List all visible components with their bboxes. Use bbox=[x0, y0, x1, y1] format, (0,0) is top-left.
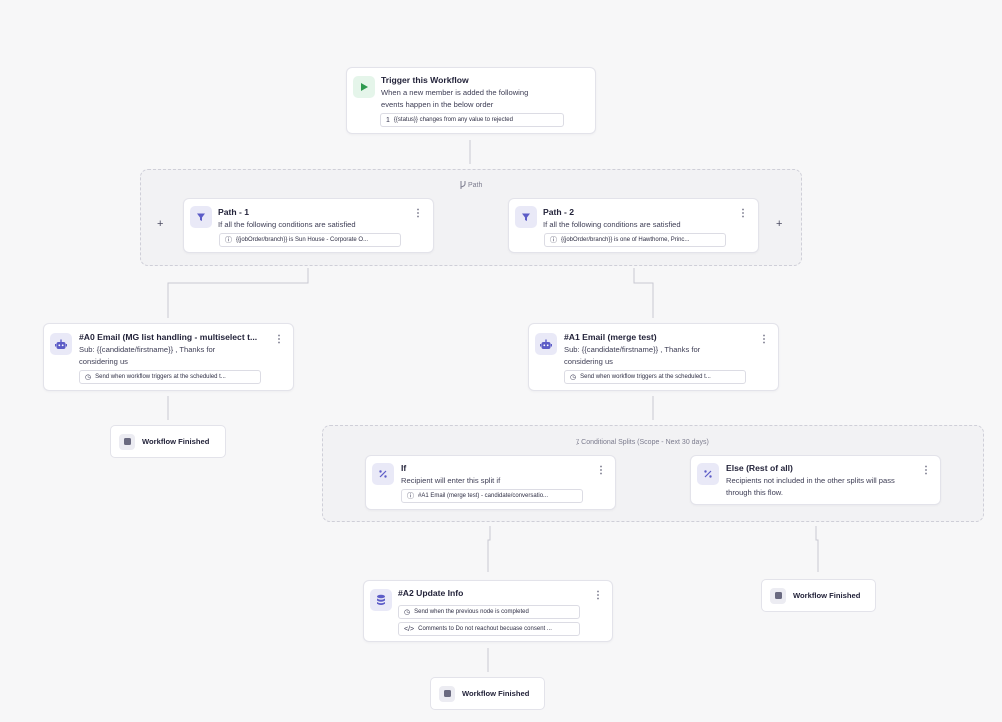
path-1-menu-icon[interactable]: ⋮ bbox=[413, 209, 423, 219]
path-1-node[interactable]: Path - 1 If all the following conditions… bbox=[183, 198, 434, 253]
email-a0-subject-line2: considering us bbox=[79, 357, 128, 366]
trigger-chip-number: 1 bbox=[386, 116, 390, 124]
clock-icon: ◷ bbox=[570, 374, 577, 381]
else-split-node[interactable]: Else (Rest of all) Recipients not includ… bbox=[690, 455, 941, 505]
email-a1-title: #A1 Email (merge test) bbox=[564, 332, 657, 342]
trigger-desc-line1: When a new member is added the following bbox=[381, 88, 529, 97]
code-icon: </> bbox=[404, 625, 415, 633]
if-split-chip-text: #A1 Email (merge test) - candidate/conve… bbox=[418, 493, 549, 499]
else-split-desc-line1: Recipients not included in the other spl… bbox=[726, 476, 895, 485]
info-icon: ⓘ bbox=[550, 237, 557, 244]
path-1-title: Path - 1 bbox=[218, 207, 250, 217]
path-2-desc: If all the following conditions are sati… bbox=[543, 220, 681, 229]
update-schedule-chip[interactable]: ◷ Send when the previous node is complet… bbox=[398, 605, 580, 619]
email-a0-schedule-chip[interactable]: ◷ Send when workflow triggers at the sch… bbox=[79, 370, 261, 384]
add-path-right-button[interactable]: + bbox=[776, 218, 782, 230]
email-a1-subject-line1: Sub: {{candidate/firstname}} , Thanks fo… bbox=[564, 345, 701, 354]
path-1-chip-text: {{jobOrder/branch}} is Sun House - Corpo… bbox=[236, 237, 369, 243]
workflow-finished-node[interactable]: Workflow Finished bbox=[430, 677, 545, 710]
splits-label-text: Conditional Splits (Scope - Next 30 days… bbox=[581, 439, 709, 446]
workflow-finished-label: Workflow Finished bbox=[462, 689, 530, 698]
workflow-canvas[interactable]: Trigger this Workflow When a new member … bbox=[0, 0, 1002, 722]
add-path-left-button[interactable]: + bbox=[157, 218, 163, 230]
path-2-node[interactable]: Path - 2 If all the following conditions… bbox=[508, 198, 759, 253]
update-info-menu-icon[interactable]: ⋮ bbox=[593, 591, 603, 601]
if-split-node[interactable]: If Recipient will enter this split if ⓘ … bbox=[365, 455, 616, 510]
robot-icon bbox=[535, 333, 557, 355]
if-split-title: If bbox=[401, 463, 407, 473]
filter-icon bbox=[190, 206, 212, 228]
update-chip2-text: Comments to Do not reachout becuase cons… bbox=[418, 626, 552, 632]
stop-icon bbox=[439, 685, 455, 702]
workflow-finished-label: Workflow Finished bbox=[793, 591, 861, 600]
path-2-title: Path - 2 bbox=[543, 207, 575, 217]
path-1-condition-chip[interactable]: ⓘ {{jobOrder/branch}} is Sun House - Cor… bbox=[219, 233, 401, 247]
path-1-desc: If all the following conditions are sati… bbox=[218, 220, 356, 229]
info-icon: ⓘ bbox=[407, 493, 414, 500]
path-2-condition-chip[interactable]: ⓘ {{jobOrder/branch}} is one of Hawthorn… bbox=[544, 233, 726, 247]
percent-icon: ⁒ bbox=[576, 439, 580, 446]
email-a1-schedule-chip[interactable]: ◷ Send when workflow triggers at the sch… bbox=[564, 370, 746, 384]
if-split-condition-chip[interactable]: ⓘ #A1 Email (merge test) - candidate/con… bbox=[401, 489, 583, 503]
trigger-condition-chip[interactable]: 1 {{status}} changes from any value to r… bbox=[380, 113, 564, 127]
email-a0-chip-text: Send when workflow triggers at the sched… bbox=[95, 374, 226, 380]
database-icon bbox=[370, 589, 392, 611]
trigger-chip-text: {{status}} changes from any value to rej… bbox=[393, 117, 513, 123]
clock-icon: ◷ bbox=[404, 609, 411, 616]
update-field-chip[interactable]: </> Comments to Do not reachout becuase … bbox=[398, 622, 580, 636]
branch-icon bbox=[460, 181, 466, 189]
update-chip1-text: Send when the previous node is completed bbox=[414, 609, 529, 615]
trigger-desc-line2: events happen in the below order bbox=[381, 100, 494, 109]
play-icon bbox=[353, 76, 375, 98]
update-info-title: #A2 Update Info bbox=[398, 588, 464, 598]
percent-icon bbox=[372, 463, 394, 485]
filter-icon bbox=[515, 206, 537, 228]
path-2-chip-text: {{jobOrder/branch}} is one of Hawthorne,… bbox=[561, 237, 690, 243]
robot-icon bbox=[50, 333, 72, 355]
info-icon: ⓘ bbox=[225, 237, 232, 244]
path-label-text: Path bbox=[468, 181, 483, 189]
workflow-finished-label: Workflow Finished bbox=[142, 437, 210, 446]
if-split-menu-icon[interactable]: ⋮ bbox=[596, 466, 606, 476]
path-group-label: Path bbox=[459, 181, 482, 189]
update-info-node[interactable]: #A2 Update Info ◷ Send when the previous… bbox=[363, 580, 613, 642]
email-a0-subject-line1: Sub: {{candidate/firstname}} , Thanks fo… bbox=[79, 345, 216, 354]
clock-icon: ◷ bbox=[85, 374, 92, 381]
trigger-title: Trigger this Workflow bbox=[381, 75, 469, 85]
else-split-desc-line2: through this flow. bbox=[726, 488, 783, 497]
stop-icon bbox=[119, 433, 135, 450]
email-a1-subject-line2: considering us bbox=[564, 357, 613, 366]
email-a0-menu-icon[interactable]: ⋮ bbox=[274, 335, 284, 345]
percent-icon bbox=[697, 463, 719, 485]
workflow-finished-node[interactable]: Workflow Finished bbox=[761, 579, 876, 612]
stop-icon bbox=[770, 587, 786, 604]
path-2-menu-icon[interactable]: ⋮ bbox=[738, 209, 748, 219]
workflow-finished-node[interactable]: Workflow Finished bbox=[110, 425, 226, 458]
email-a1-chip-text: Send when workflow triggers at the sched… bbox=[580, 374, 711, 380]
else-split-menu-icon[interactable]: ⋮ bbox=[921, 466, 931, 476]
if-split-desc: Recipient will enter this split if bbox=[401, 476, 501, 485]
splits-group-label: ⁒ Conditional Splits (Scope - Next 30 day… bbox=[576, 438, 709, 446]
email-a1-node[interactable]: #A1 Email (merge test) Sub: {{candidate/… bbox=[528, 323, 779, 391]
email-a1-menu-icon[interactable]: ⋮ bbox=[759, 335, 769, 345]
email-a0-title: #A0 Email (MG list handling - multiselec… bbox=[79, 332, 258, 342]
email-a0-node[interactable]: #A0 Email (MG list handling - multiselec… bbox=[43, 323, 294, 391]
trigger-node[interactable]: Trigger this Workflow When a new member … bbox=[346, 67, 596, 134]
else-split-title: Else (Rest of all) bbox=[726, 463, 793, 473]
